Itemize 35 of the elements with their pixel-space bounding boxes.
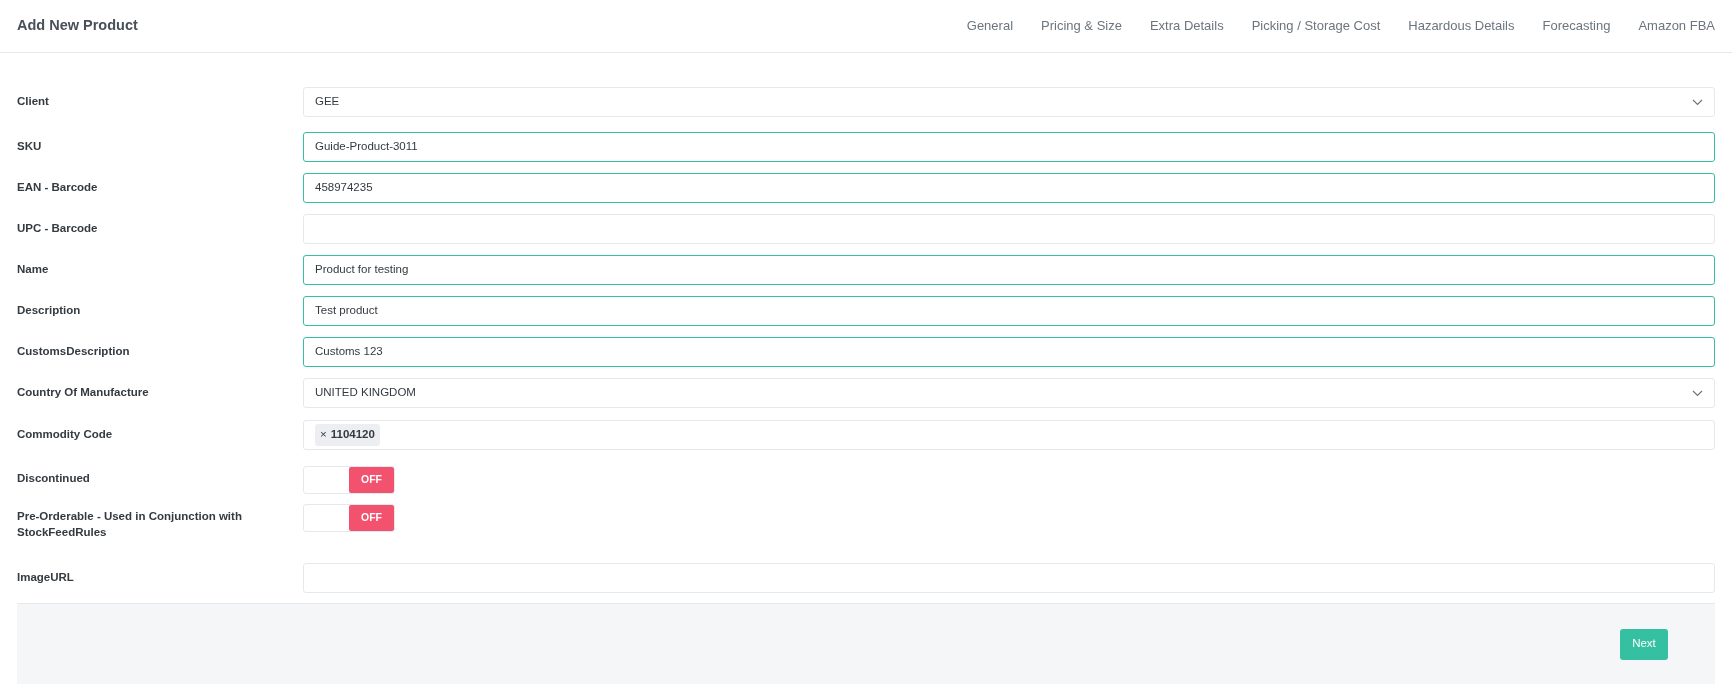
field-label: SKU (17, 139, 43, 154)
input-field[interactable]: Customs 123 (303, 337, 1715, 367)
input-field[interactable]: Guide-Product-3011 (303, 132, 1715, 162)
field-label: Client (17, 94, 50, 109)
nav-tab[interactable]: Amazon FBA (1624, 16, 1715, 36)
input-field[interactable]: Product for testing (303, 255, 1715, 285)
select-field[interactable]: GEE (303, 87, 1715, 117)
input-field[interactable]: 458974235 (303, 173, 1715, 203)
field-label: EAN - Barcode (17, 180, 99, 195)
nav-tab[interactable]: Extra Details (1135, 16, 1238, 36)
field-label: Pre-Orderable - Used in Conjunction with StockFeedRules (17, 509, 243, 540)
nav-tab[interactable]: Forecasting (1528, 16, 1625, 36)
nav-tab[interactable]: Pricing & Size (1027, 16, 1136, 36)
nav-tab[interactable]: Picking / Storage Cost (1237, 16, 1395, 36)
field-label: Name (17, 262, 50, 277)
chevron-icon (1692, 389, 1703, 397)
field-label: Description (17, 303, 82, 318)
field-label: Country Of Manufacture (17, 385, 150, 400)
tag-text: 1104120 (330, 427, 375, 443)
tag-chip[interactable]: × 1104120 (315, 424, 380, 446)
field-label: Discontinued (17, 471, 91, 486)
nav-tab[interactable]: Hazardous Details (1394, 16, 1529, 36)
input-field[interactable] (303, 563, 1715, 594)
field-label: CustomsDescription (17, 344, 131, 359)
field-label: Commodity Code (17, 427, 114, 442)
chevron-icon (1692, 98, 1703, 106)
page-title: Add New Product (17, 16, 138, 36)
input-field[interactable]: Test product (303, 296, 1715, 326)
remove-tag-icon[interactable]: × (320, 426, 327, 444)
field-label: ImageURL (17, 570, 75, 586)
tag-input-field[interactable]: × 1104120 (303, 420, 1715, 450)
input-field[interactable] (303, 214, 1715, 244)
select-field[interactable]: UNITED KINGDOM (303, 378, 1715, 408)
field-label: UPC - Barcode (17, 221, 99, 236)
nav-tab[interactable]: General (952, 16, 1027, 36)
